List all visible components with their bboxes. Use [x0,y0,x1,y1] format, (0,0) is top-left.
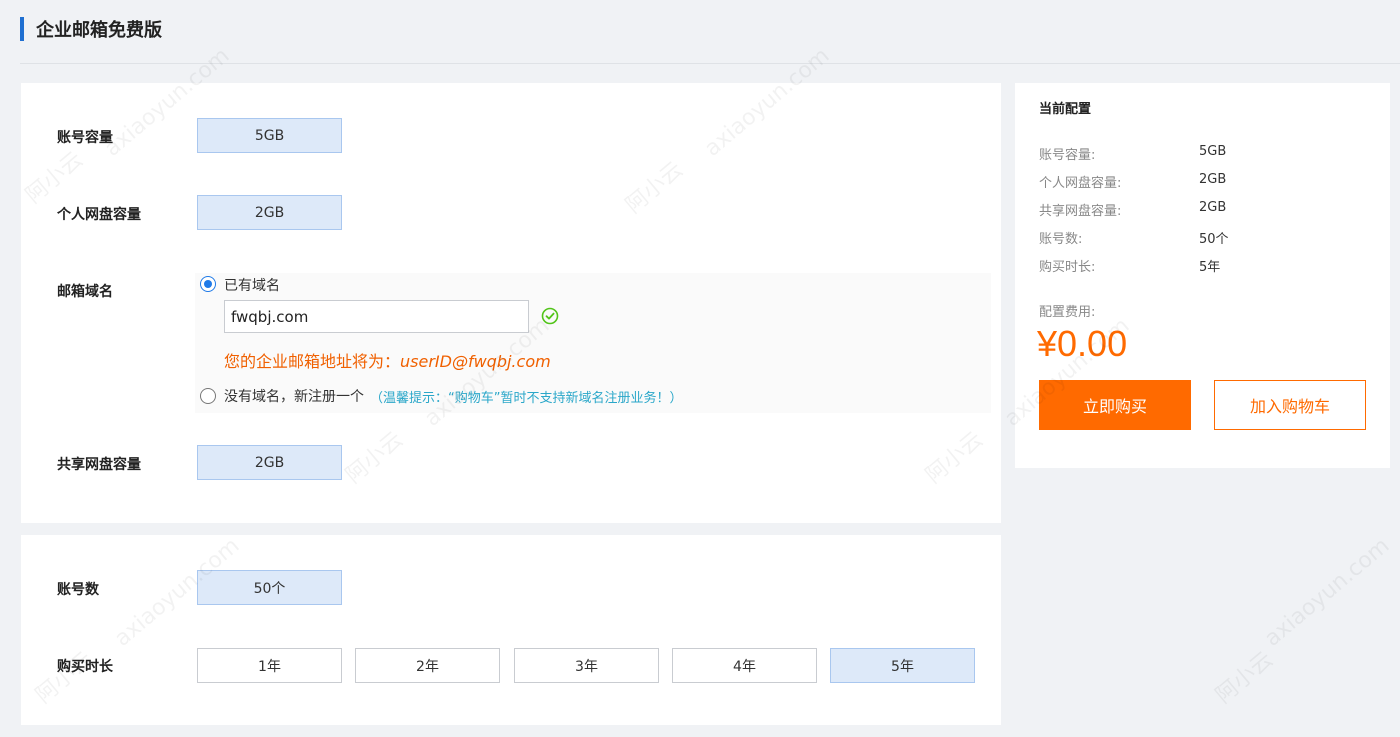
current-config-panel: 当前配置 账号容量: 5GB 个人网盘容量: 2GB 共享网盘容量: 2GB 账… [1015,83,1390,468]
radio-existing-domain[interactable] [200,276,216,292]
domain-label: 邮箱域名 [57,284,113,300]
page-header: 企业邮箱免费版 [20,16,162,42]
radio-existing-label: 已有域名 [224,278,280,294]
fee-label: 配置费用: [1039,305,1096,320]
address-value: userID@fwqbj.com [400,352,551,371]
watermark: axiaoyun.com [1260,533,1394,651]
title-accent-bar [20,17,24,41]
watermark-text: 阿小云 [1211,647,1278,709]
duration-option-3y[interactable]: 3年 [514,648,659,683]
config-row-label: 个人网盘容量: [1039,176,1122,191]
watermark: 阿小云 [1207,643,1278,710]
personal-disk-option[interactable]: 2GB [197,195,342,230]
duration-option-1y[interactable]: 1年 [197,648,342,683]
price: ¥0.00 [1037,323,1128,364]
watermark-text: axiaoyun.com [1260,533,1395,652]
buy-now-button[interactable]: 立即购买 [1039,380,1191,430]
config-row-value: 5年 [1199,260,1221,275]
domain-tip: （温馨提示：“购物车”暂时不支持新域名注册业务！） [370,391,683,406]
config-panel: 账号容量 5GB 个人网盘容量 2GB 邮箱域名 已有域名 您的企业邮箱地址将为… [21,83,1001,523]
config-row-label: 账号容量: [1039,148,1096,163]
capacity-option[interactable]: 5GB [197,118,342,153]
config-title: 当前配置 [1039,102,1092,117]
divider [20,63,1400,64]
config-row-value: 5GB [1199,144,1227,159]
domain-input[interactable] [224,300,529,333]
config-row-label: 共享网盘容量: [1039,204,1122,219]
duration-option-4y[interactable]: 4年 [672,648,817,683]
add-to-cart-button[interactable]: 加入购物车 [1214,380,1366,430]
config-row-label: 账号数: [1039,232,1083,247]
check-circle-icon [541,307,559,325]
radio-new-label: 没有域名，新注册一个 [224,389,364,405]
duration-option-5y[interactable]: 5年 [830,648,975,683]
page-title: 企业邮箱免费版 [36,20,162,41]
quantity-panel: 账号数 50个 购买时长 1年 2年 3年 4年 5年 [21,535,1001,725]
accounts-option[interactable]: 50个 [197,570,342,605]
capacity-label: 账号容量 [57,130,113,146]
email-address-preview: 您的企业邮箱地址将为：userID@fwqbj.com [224,348,551,372]
address-prefix: 您的企业邮箱地址将为： [224,352,401,371]
personal-disk-label: 个人网盘容量 [57,207,141,223]
shared-disk-label: 共享网盘容量 [57,457,141,473]
duration-option-2y[interactable]: 2年 [355,648,500,683]
accounts-label: 账号数 [57,582,99,598]
duration-label: 购买时长 [57,659,113,675]
radio-new-domain[interactable] [200,388,216,404]
config-row-value: 2GB [1199,200,1227,215]
config-row-label: 购买时长: [1039,260,1096,275]
config-row-value: 50个 [1199,232,1229,247]
config-row-value: 2GB [1199,172,1227,187]
shared-disk-option[interactable]: 2GB [197,445,342,480]
